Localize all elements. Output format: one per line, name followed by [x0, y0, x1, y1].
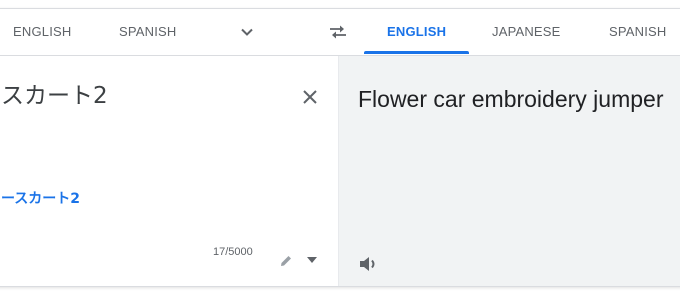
translation-pane: Flower car embroidery jumper [338, 56, 680, 286]
source-pane[interactable]: スカート2 ースカート2 17/5000 [0, 56, 338, 286]
source-tab-english[interactable]: ENGLISH [13, 9, 71, 55]
caret-down-icon[interactable] [307, 257, 317, 263]
source-tab-spanish[interactable]: SPANISH [119, 9, 177, 55]
pencil-icon[interactable] [279, 254, 293, 268]
character-count: 17/5000 [213, 246, 253, 258]
language-tab-bar: ENGLISH SPANISH ENGLISH JAPANESE SPANISH [0, 9, 680, 56]
target-tab-english[interactable]: ENGLISH [387, 9, 446, 55]
chevron-down-icon[interactable] [239, 24, 255, 40]
selected-tab-indicator [364, 51, 469, 54]
translation-text: Flower car embroidery jumper [358, 86, 664, 112]
translate-widget: ENGLISH SPANISH ENGLISH JAPANESE SPANISH… [0, 0, 680, 294]
speaker-icon[interactable] [358, 254, 380, 274]
target-tab-japanese[interactable]: JAPANESE [492, 9, 561, 55]
target-tab-spanish[interactable]: SPANISH [609, 9, 667, 55]
source-text[interactable]: スカート2 [1, 76, 108, 110]
transliteration-link[interactable]: ースカート2 [1, 188, 80, 208]
close-icon[interactable] [302, 89, 318, 105]
translate-card: ENGLISH SPANISH ENGLISH JAPANESE SPANISH… [0, 8, 680, 287]
swap-arrows-icon[interactable] [328, 22, 348, 42]
